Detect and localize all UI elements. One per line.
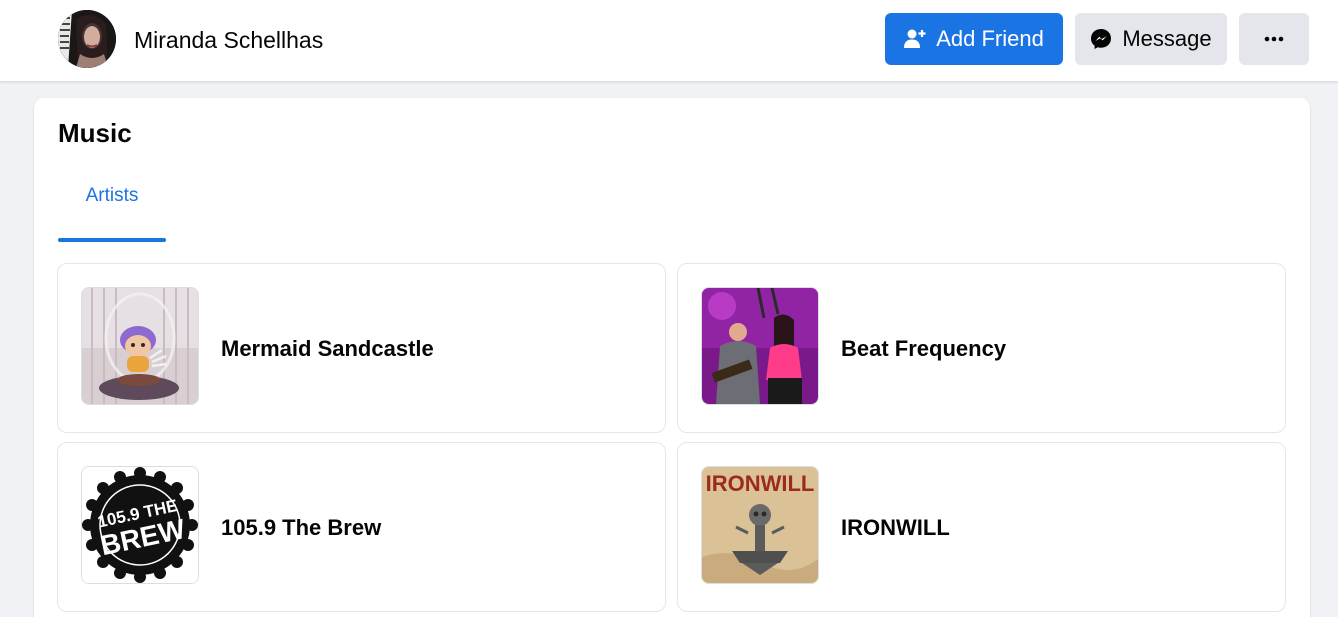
artist-name[interactable]: 105.9 The Brew (221, 443, 381, 613)
active-tab-indicator (58, 238, 166, 242)
add-friend-button[interactable]: Add Friend (885, 13, 1063, 65)
artist-item-beat-frequency[interactable]: Beat Frequency (677, 263, 1286, 433)
music-section-title: Music (58, 118, 132, 148)
artist-thumbnail[interactable] (701, 287, 819, 405)
more-dots-icon (1264, 36, 1284, 42)
brew-logo-icon: 105.9 THE BREW (82, 467, 198, 583)
artist-name[interactable]: Beat Frequency (841, 264, 1006, 434)
messenger-icon (1090, 28, 1112, 50)
message-button[interactable]: Message (1075, 13, 1227, 65)
svg-text:IRONWILL: IRONWILL (706, 471, 815, 496)
profile-header-bar: Miranda Schellhas Add Friend Message (0, 0, 1338, 82)
profile-avatar[interactable] (58, 10, 116, 68)
avatar-photo-icon (58, 10, 116, 68)
artist-name[interactable]: IRONWILL (841, 443, 950, 613)
artist-item-ironwill[interactable]: IRONWILL IRONWILL (677, 442, 1286, 612)
profile-name[interactable]: Miranda Schellhas (134, 26, 323, 54)
artist-item-mermaid-sandcastle[interactable]: Mermaid Sandcastle (57, 263, 666, 433)
tab-artists[interactable]: Artists (58, 184, 166, 242)
message-label: Message (1122, 26, 1212, 51)
more-options-button[interactable] (1239, 13, 1309, 65)
tab-artists-label: Artists (85, 185, 139, 206)
artist-item-105-9-the-brew[interactable]: 105.9 THE BREW 105.9 The Brew (57, 442, 666, 612)
ironwill-album-art-icon: IRONWILL (702, 467, 818, 583)
artist-thumbnail[interactable] (81, 287, 199, 405)
artist-name[interactable]: Mermaid Sandcastle (221, 264, 434, 434)
add-friend-icon (904, 29, 926, 49)
mermaid-toy-photo-icon (82, 288, 198, 404)
add-friend-label: Add Friend (936, 26, 1044, 51)
artist-thumbnail[interactable]: 105.9 THE BREW (81, 466, 199, 584)
band-concert-photo-icon (702, 288, 818, 404)
artist-thumbnail[interactable]: IRONWILL (701, 466, 819, 584)
music-card: Music Artists Mermaid Sandcastle Beat Fr… (34, 98, 1310, 617)
